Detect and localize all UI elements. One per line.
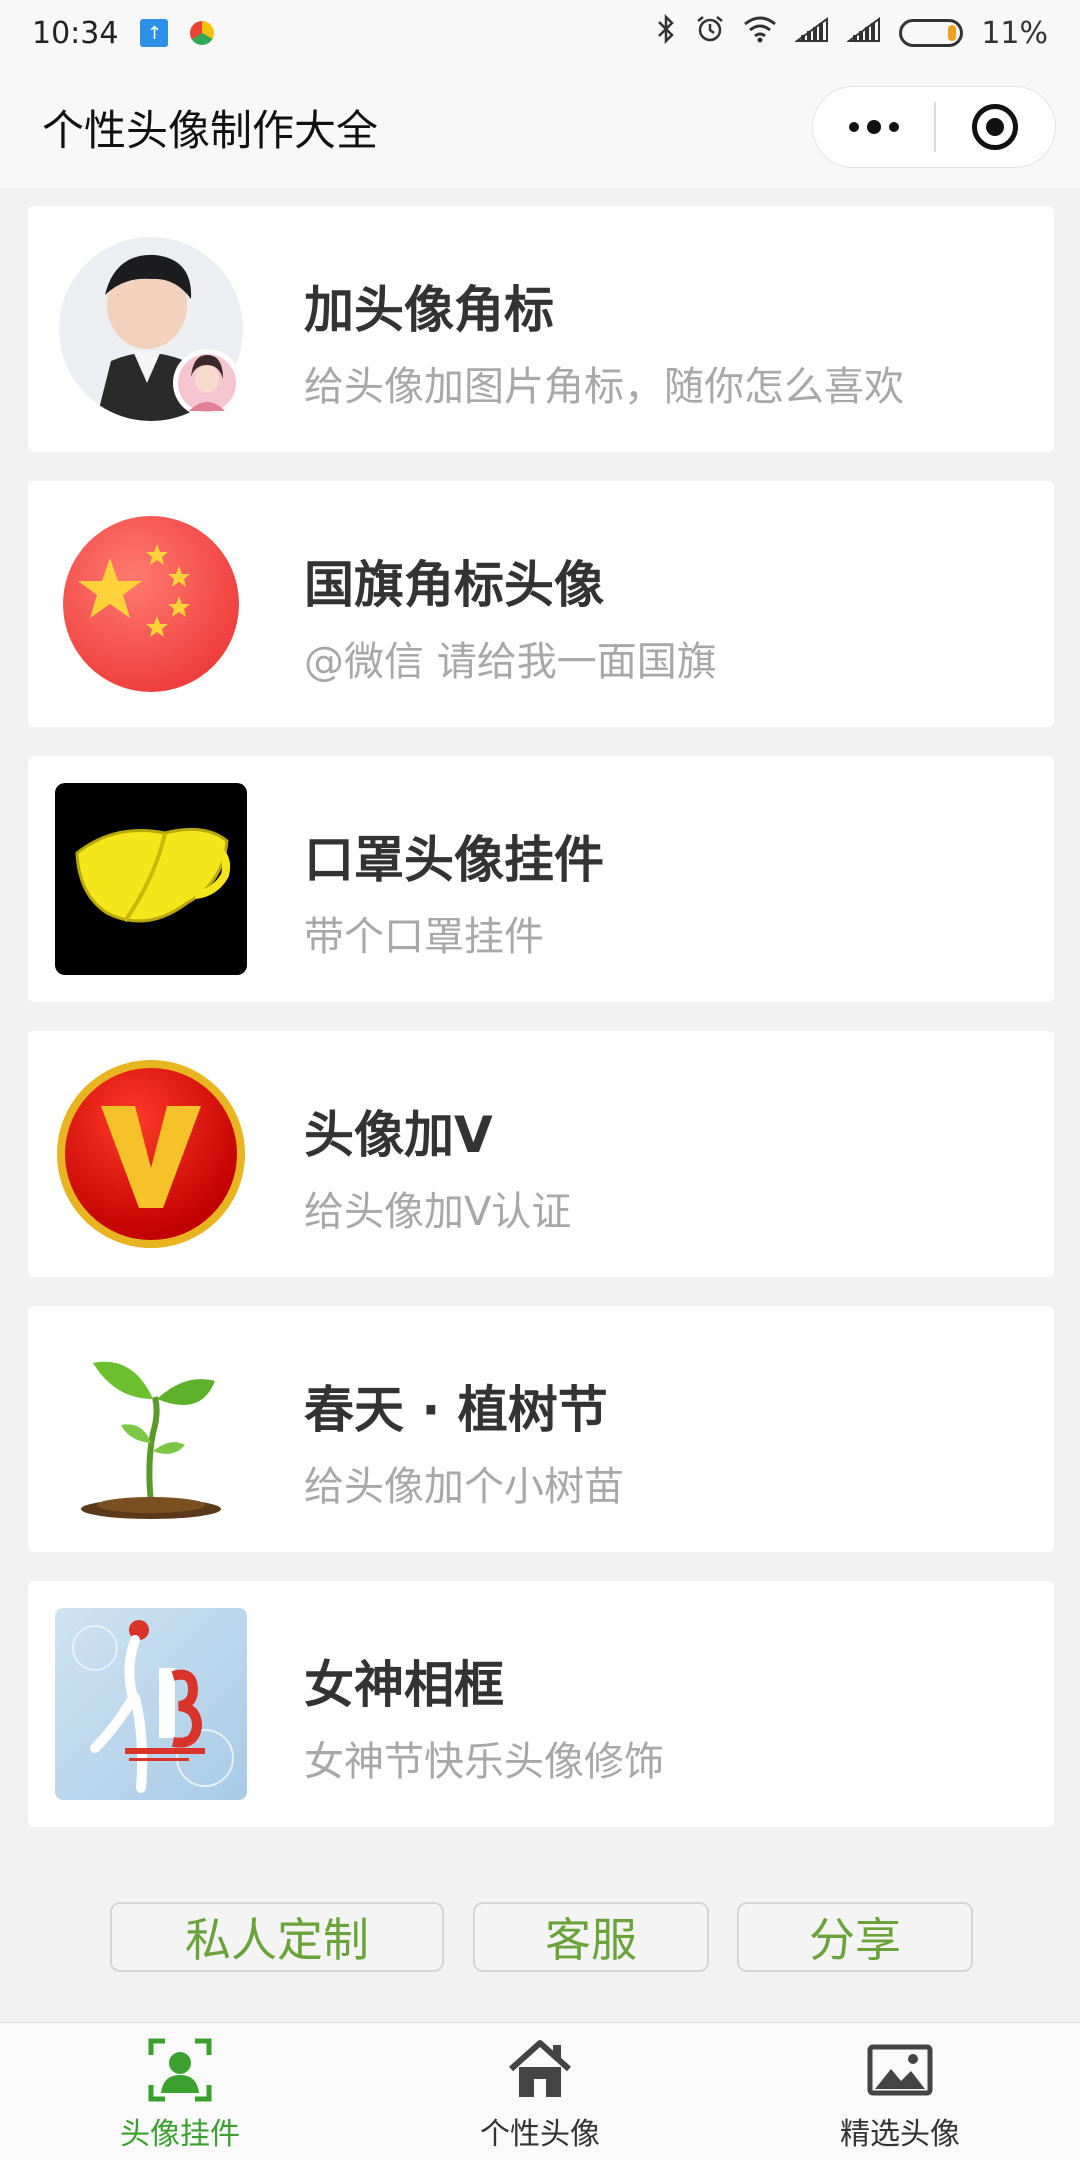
card-title: 加头像角标 (304, 281, 554, 339)
card-title: 口罩头像挂件 (304, 831, 604, 889)
signal-icon (846, 16, 881, 51)
card-arbor-day[interactable]: 春天 · 植树节 给头像加个小树苗 (28, 1306, 1054, 1552)
wifi-icon (743, 15, 777, 51)
battery-icon (899, 19, 964, 47)
card-subtitle: 带个口罩挂件 (304, 914, 544, 960)
close-miniprogram-button[interactable] (936, 87, 1055, 167)
status-bar: 10:34 ↑ 11% (0, 0, 1080, 66)
upload-notification-icon: ↑ (140, 19, 169, 47)
tab-featured-avatar[interactable]: 精选头像 (780, 2023, 1020, 2160)
customer-service-button[interactable]: 客服 (473, 1902, 709, 1972)
card-title: 头像加V (304, 1106, 493, 1164)
status-time: 10:34 (32, 15, 119, 51)
bluetooth-icon (655, 13, 677, 52)
alarm-icon (695, 14, 725, 52)
app-notification-icon (190, 21, 215, 45)
sprout-icon (55, 1333, 247, 1525)
battery-percent: 11% (981, 15, 1048, 51)
v-badge-icon (55, 1058, 247, 1250)
tab-label: 头像挂件 (120, 2117, 240, 2152)
card-subtitle: 给头像加V认证 (304, 1189, 572, 1235)
card-mask-pendant[interactable]: 口罩头像挂件 带个口罩挂件 (28, 756, 1054, 1002)
tab-avatar-pendant[interactable]: 头像挂件 (60, 2023, 300, 2160)
nav-header: 个性头像制作大全 (0, 66, 1080, 188)
goddess-frame-icon (55, 1608, 247, 1800)
share-button[interactable]: 分享 (737, 1902, 973, 1972)
page-title: 个性头像制作大全 (42, 105, 379, 155)
target-icon (972, 104, 1019, 150)
signal-icon (794, 16, 829, 51)
card-subtitle: 女神节快乐头像修饰 (304, 1739, 664, 1785)
card-flag-badge[interactable]: 国旗角标头像 @微信 请给我一面国旗 (28, 481, 1054, 727)
card-title: 国旗角标头像 (304, 556, 604, 614)
card-avatar-v[interactable]: 头像加V 给头像加V认证 (28, 1031, 1054, 1277)
miniprogram-capsule (812, 86, 1056, 168)
home-icon (507, 2037, 573, 2103)
card-title: 春天 · 植树节 (304, 1381, 608, 1439)
tab-bar: 头像挂件 个性头像 精选头像 (0, 2022, 1080, 2160)
card-subtitle: @微信 请给我一面国旗 (304, 639, 717, 685)
tab-label: 个性头像 (480, 2117, 600, 2152)
card-avatar-badge[interactable]: 加头像角标 给头像加图片角标，随你怎么喜欢 (28, 206, 1054, 452)
avatar-badge-icon (55, 233, 247, 425)
picture-icon (867, 2037, 933, 2103)
card-goddess-frame[interactable]: 女神相框 女神节快乐头像修饰 (28, 1581, 1054, 1827)
custom-order-button[interactable]: 私人定制 (110, 1902, 444, 1972)
tab-personal-avatar[interactable]: 个性头像 (420, 2023, 660, 2160)
card-subtitle: 给头像加个小树苗 (304, 1464, 624, 1510)
card-subtitle: 给头像加图片角标，随你怎么喜欢 (304, 364, 904, 410)
more-options-button[interactable] (813, 87, 934, 167)
china-flag-icon (55, 508, 247, 700)
card-title: 女神相框 (304, 1656, 504, 1714)
tab-label: 精选头像 (840, 2117, 960, 2152)
mask-icon (55, 783, 247, 975)
avatar-frame-icon (147, 2037, 213, 2103)
